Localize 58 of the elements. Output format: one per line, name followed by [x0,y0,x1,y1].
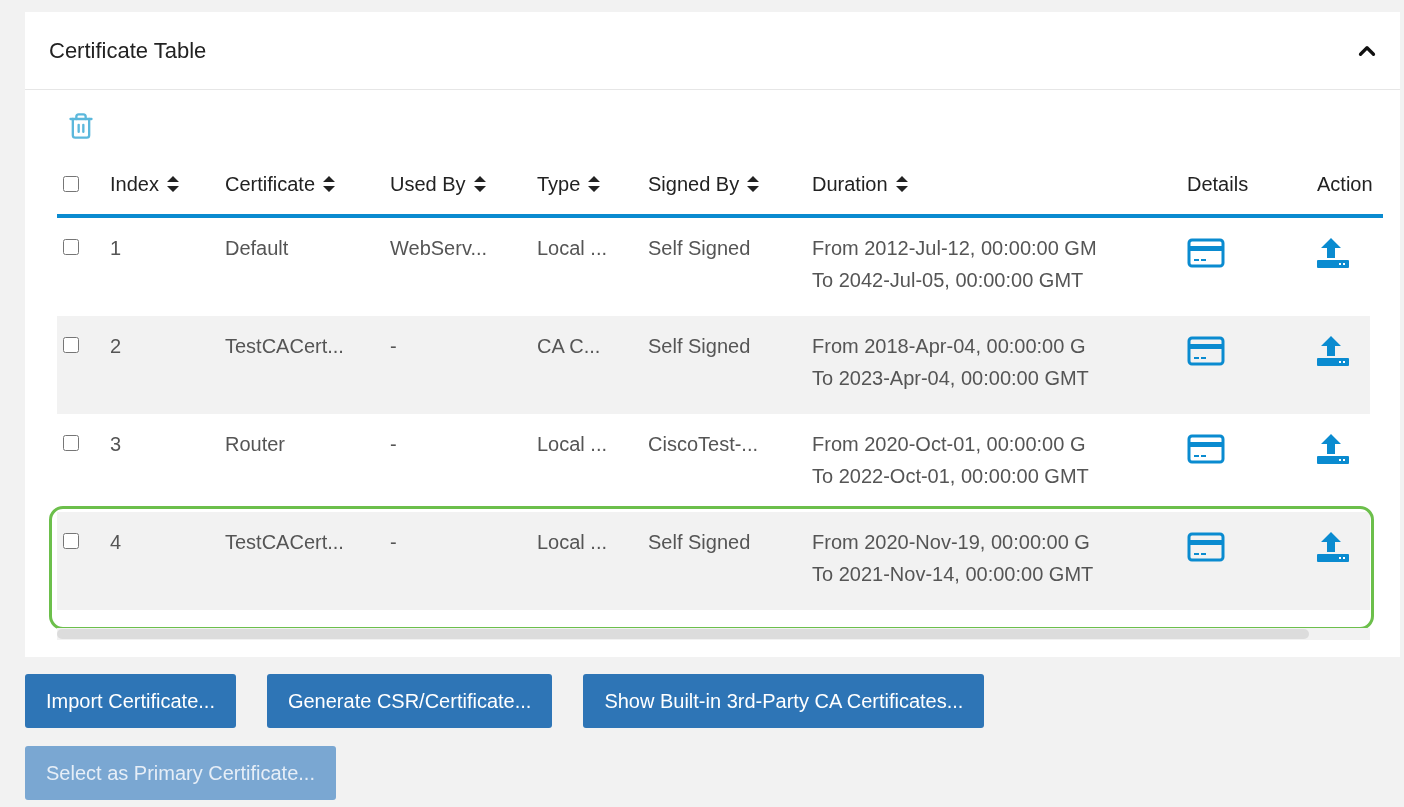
table-cell-text: - [389,334,398,358]
table-cell-text: CiscoTest-... [647,432,760,456]
duration-cell-text: From 2018-Apr-04, 00:00:00 G To 2023-Apr-04, 00:00:00 GMT [811,334,1090,391]
export-button[interactable] [1317,434,1349,464]
action-button[interactable]: Show Built-in 3rd-Party CA Certificates... [583,674,985,728]
table-cell-text: Self Signed [647,530,752,554]
card-icon [1187,434,1225,464]
table-cell-text: - [389,530,398,554]
upload-icon [1317,434,1349,464]
table-cell-text: Self Signed [647,236,752,260]
table-cell-text: CA C... [536,334,602,358]
table-cell-text: 4 [109,530,123,554]
details-button[interactable] [1187,434,1225,464]
table-cell-text: 3 [109,432,123,456]
upload-icon [1317,238,1349,268]
scrollbar-thumb[interactable] [57,629,1309,639]
card-icon [1187,532,1225,562]
duration-cell-text: From 2012-Jul-12, 00:00:00 GM To 2042-Jul-05, 00:00:00 GMT [811,236,1098,293]
action-button[interactable]: Generate CSR/Certificate... [266,674,553,728]
card-icon [1187,336,1225,366]
table-cell-text: Local ... [536,530,609,554]
upload-icon [1317,336,1349,366]
details-button[interactable] [1187,532,1225,562]
table-cell-text: Default [224,236,290,260]
duration-cell-text: From 2020-Oct-01, 00:00:00 G To 2022-Oct-01, 00:00:00 GMT [811,432,1090,489]
column-header[interactable]: Used By [383,172,530,196]
card-title: Certificate Table [49,37,207,64]
export-button[interactable] [1317,336,1349,366]
column-header: Action [1316,172,1374,196]
column-header[interactable]: Duration [805,172,1180,196]
column-header[interactable]: Index [103,172,218,196]
table-cell-text: WebServ... [389,236,489,260]
details-button[interactable] [1187,238,1225,268]
table-cell-text: 1 [109,236,123,260]
table-cell-text: TestCACert... [224,334,345,358]
upload-icon [1317,532,1349,562]
table-cell-text: - [389,432,398,456]
row-checkbox[interactable] [63,239,79,255]
table-cell-text: Local ... [536,432,609,456]
card-icon [1187,238,1225,268]
table-cell-text: Self Signed [647,334,752,358]
details-button[interactable] [1187,336,1225,366]
export-button[interactable] [1317,532,1349,562]
action-button[interactable]: Import Certificate... [25,674,236,728]
column-header[interactable]: Certificate [218,172,383,196]
table-cell-text: TestCACert... [224,530,345,554]
row-checkbox[interactable] [63,435,79,451]
row-checkbox[interactable] [63,533,79,549]
column-header[interactable]: Type [530,172,641,196]
duration-cell-text: From 2020-Nov-19, 00:00:00 G To 2021-Nov-14, 00:00:00 GMT [811,530,1095,587]
row-checkbox[interactable] [63,337,79,353]
table-cell-text: Router [224,432,287,456]
column-header[interactable]: Signed By [641,172,805,196]
select-all-checkbox[interactable] [63,176,79,192]
export-button[interactable] [1317,238,1349,268]
table-cell-text: Local ... [536,236,609,260]
column-header: Details [1186,172,1250,196]
table-cell-text: 2 [109,334,123,358]
